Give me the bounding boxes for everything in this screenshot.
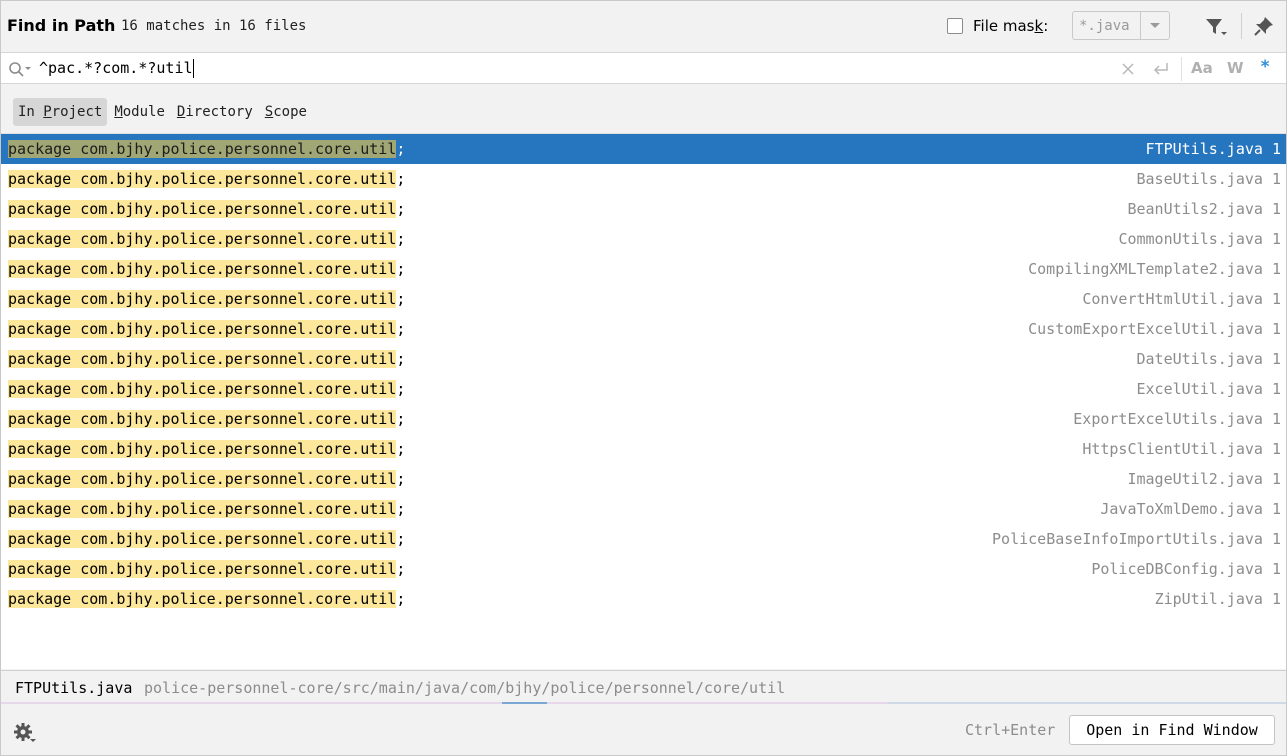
preview-splitter[interactable] <box>1 702 1286 704</box>
result-file: ImageUtil2.java 1 <box>1127 470 1281 488</box>
preview-file-name: FTPUtils.java <box>15 679 133 697</box>
result-row[interactable]: package com.bjhy.police.personnel.core.u… <box>1 584 1286 614</box>
dialog-title: Find in Path <box>7 16 116 35</box>
result-line: package com.bjhy.police.personnel.core.u… <box>8 560 406 578</box>
result-file: HttpsClientUtil.java 1 <box>1082 440 1281 458</box>
scope-tabs: In Project Module Directory Scope <box>13 97 314 127</box>
file-mask-combo[interactable]: *.java <box>1072 11 1170 40</box>
result-file: DateUtils.java 1 <box>1136 350 1282 368</box>
result-line: package com.bjhy.police.personnel.core.u… <box>8 590 406 608</box>
result-file: BaseUtils.java 1 <box>1136 170 1282 188</box>
chevron-down-icon[interactable] <box>1140 12 1169 39</box>
result-row[interactable]: package com.bjhy.police.personnel.core.u… <box>1 464 1286 494</box>
match-count: 16 matches in 16 files <box>121 18 307 34</box>
file-mask-value: *.java <box>1079 18 1130 34</box>
result-row[interactable]: package com.bjhy.police.personnel.core.u… <box>1 284 1286 314</box>
tab-scope[interactable]: Scope <box>260 98 312 126</box>
result-line: package com.bjhy.police.personnel.core.u… <box>8 320 406 338</box>
search-separator <box>1181 57 1182 81</box>
result-row[interactable]: package com.bjhy.police.personnel.core.u… <box>1 374 1286 404</box>
result-row[interactable]: package com.bjhy.police.personnel.core.u… <box>1 134 1286 164</box>
result-line: package com.bjhy.police.personnel.core.u… <box>8 170 406 188</box>
newline-icon[interactable] <box>1151 60 1171 78</box>
search-input[interactable] <box>39 58 1099 78</box>
result-file: ConvertHtmlUtil.java 1 <box>1082 290 1281 308</box>
result-row[interactable]: package com.bjhy.police.personnel.core.u… <box>1 344 1286 374</box>
file-mask-checkbox[interactable] <box>947 18 963 34</box>
result-line: package com.bjhy.police.personnel.core.u… <box>8 500 406 518</box>
search-history-icon[interactable] <box>7 60 33 78</box>
result-line: package com.bjhy.police.personnel.core.u… <box>8 530 406 548</box>
result-row[interactable]: package com.bjhy.police.personnel.core.u… <box>1 194 1286 224</box>
result-line: package com.bjhy.police.personnel.core.u… <box>8 410 406 428</box>
pin-icon[interactable] <box>1253 15 1275 37</box>
dialog-footer: Ctrl+Enter Open in Find Window <box>1 705 1286 755</box>
open-in-find-window-button[interactable]: Open in Find Window <box>1069 715 1275 745</box>
result-line: package com.bjhy.police.personnel.core.u… <box>8 380 406 398</box>
result-line: package com.bjhy.police.personnel.core.u… <box>8 230 406 248</box>
result-row[interactable]: package com.bjhy.police.personnel.core.u… <box>1 164 1286 194</box>
match-case-toggle[interactable]: Aa <box>1191 59 1213 77</box>
result-file: JavaToXmlDemo.java 1 <box>1100 500 1281 518</box>
result-line: package com.bjhy.police.personnel.core.u… <box>8 470 406 488</box>
result-row[interactable]: package com.bjhy.police.personnel.core.u… <box>1 224 1286 254</box>
file-mask-label[interactable]: File mask: <box>973 17 1048 35</box>
result-line: package com.bjhy.police.personnel.core.u… <box>8 290 406 308</box>
dialog-header: Find in Path 16 matches in 16 files File… <box>1 1 1286 51</box>
result-file: ExportExcelUtils.java 1 <box>1073 410 1281 428</box>
tab-in-project[interactable]: In Project <box>13 98 108 126</box>
result-row[interactable]: package com.bjhy.police.personnel.core.u… <box>1 554 1286 584</box>
result-file: CompilingXMLTemplate2.java 1 <box>1028 260 1281 278</box>
results-list: package com.bjhy.police.personnel.core.u… <box>1 133 1286 669</box>
result-file: FTPUtils.java 1 <box>1145 140 1281 158</box>
result-line: package com.bjhy.police.personnel.core.u… <box>8 140 406 158</box>
result-row[interactable]: package com.bjhy.police.personnel.core.u… <box>1 314 1286 344</box>
gear-icon[interactable] <box>13 722 37 744</box>
result-line: package com.bjhy.police.personnel.core.u… <box>8 440 406 458</box>
result-line: package com.bjhy.police.personnel.core.u… <box>8 200 406 218</box>
result-file: CommonUtils.java 1 <box>1118 230 1281 248</box>
result-line: package com.bjhy.police.personnel.core.u… <box>8 350 406 368</box>
whole-words-toggle[interactable]: W <box>1227 59 1244 77</box>
tab-module[interactable]: Module <box>109 98 170 126</box>
result-row[interactable]: package com.bjhy.police.personnel.core.u… <box>1 524 1286 554</box>
shortcut-hint: Ctrl+Enter <box>965 721 1056 739</box>
result-file: BeanUtils2.java 1 <box>1127 200 1281 218</box>
result-file: ExcelUtil.java 1 <box>1136 380 1282 398</box>
regex-toggle[interactable]: * <box>1260 57 1270 77</box>
header-separator <box>1241 13 1242 39</box>
result-row[interactable]: package com.bjhy.police.personnel.core.u… <box>1 494 1286 524</box>
tab-directory[interactable]: Directory <box>172 98 258 126</box>
clear-icon[interactable] <box>1119 60 1137 78</box>
result-row[interactable]: package com.bjhy.police.personnel.core.u… <box>1 404 1286 434</box>
result-file: ZipUtil.java 1 <box>1154 590 1281 608</box>
find-in-path-dialog: Find in Path 16 matches in 16 files File… <box>0 0 1287 756</box>
result-file: CustomExportExcelUtil.java 1 <box>1028 320 1281 338</box>
filter-icon[interactable] <box>1203 15 1229 39</box>
text-caret <box>193 59 194 78</box>
preview-path-bar: FTPUtils.java police-personnel-core/src/… <box>1 670 1286 704</box>
result-file: PoliceDBConfig.java 1 <box>1091 560 1281 578</box>
search-bar: Aa W * <box>1 52 1286 84</box>
result-line: package com.bjhy.police.personnel.core.u… <box>8 260 406 278</box>
result-file: PoliceBaseInfoImportUtils.java 1 <box>992 530 1281 548</box>
result-row[interactable]: package com.bjhy.police.personnel.core.u… <box>1 254 1286 284</box>
preview-file-path: police-personnel-core/src/main/java/com/… <box>144 679 786 697</box>
result-row[interactable]: package com.bjhy.police.personnel.core.u… <box>1 434 1286 464</box>
